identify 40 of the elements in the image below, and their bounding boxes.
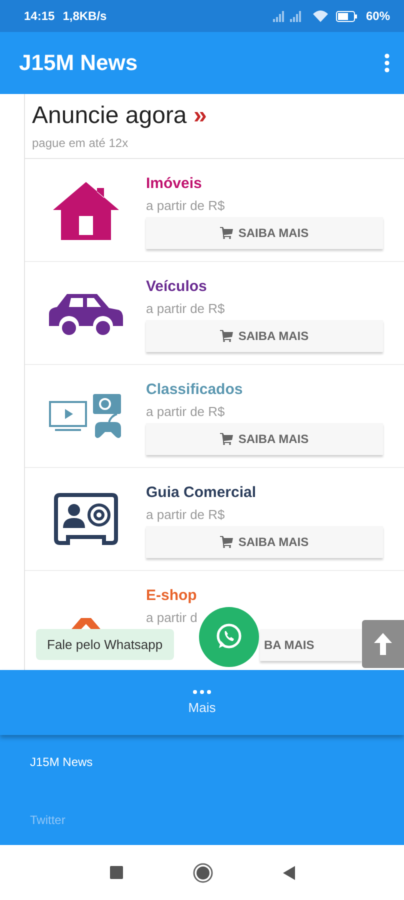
category-title[interactable]: Classificados [146,381,383,398]
section-title: Anuncie agora » [32,102,208,130]
price-label: a partir de R$ [146,404,226,419]
house-icon [52,180,118,240]
learn-more-button[interactable]: SAIBA MAIS [146,423,383,455]
contact-card-icon [54,493,118,545]
recents-icon[interactable] [110,866,122,879]
scroll-top-button[interactable] [362,620,404,668]
price-label: a partir de R$ [146,301,226,316]
network-speed: 1,8KB/s [62,9,107,23]
more-tab[interactable]: Mais [188,690,216,715]
battery-icon [336,10,358,22]
up-arrow-icon [374,633,392,655]
whatsapp-label[interactable]: Fale pelo Whatsapp [36,629,174,660]
category-title[interactable]: Imóveis [146,175,383,192]
learn-more-button[interactable]: SAIBA MAIS [146,217,383,249]
cart-icon [220,433,234,445]
learn-more-button[interactable]: SAIBA MAIS [146,320,383,352]
app-title: J15M News [19,50,139,76]
whatsapp-button[interactable] [199,607,259,667]
learn-more-button[interactable]: SAIBA MAIS [146,526,383,558]
category-title[interactable]: Guia Comercial [146,484,383,501]
cart-icon [220,536,234,548]
price-label: a partir de R$ [146,198,226,213]
section-subtitle: pague em até 12x [32,136,130,150]
more-options-icon[interactable] [384,53,390,73]
category-title[interactable]: E-shop [146,587,362,604]
price-label: a partir de R$ [146,507,226,522]
footer-link[interactable]: J15M News [30,755,374,769]
battery-level: 60% [366,9,390,23]
home-icon[interactable] [192,862,212,882]
learn-more-button[interactable]: BA MAIS [260,629,362,661]
cart-icon [220,330,234,342]
more-icon [192,690,211,694]
status-time: 14:15 [24,9,55,23]
cart-icon [220,227,234,239]
category-title[interactable]: Veículos [146,278,383,295]
wifi-icon [312,10,328,22]
back-icon[interactable] [282,866,294,880]
price-label: a partir d [146,610,198,625]
